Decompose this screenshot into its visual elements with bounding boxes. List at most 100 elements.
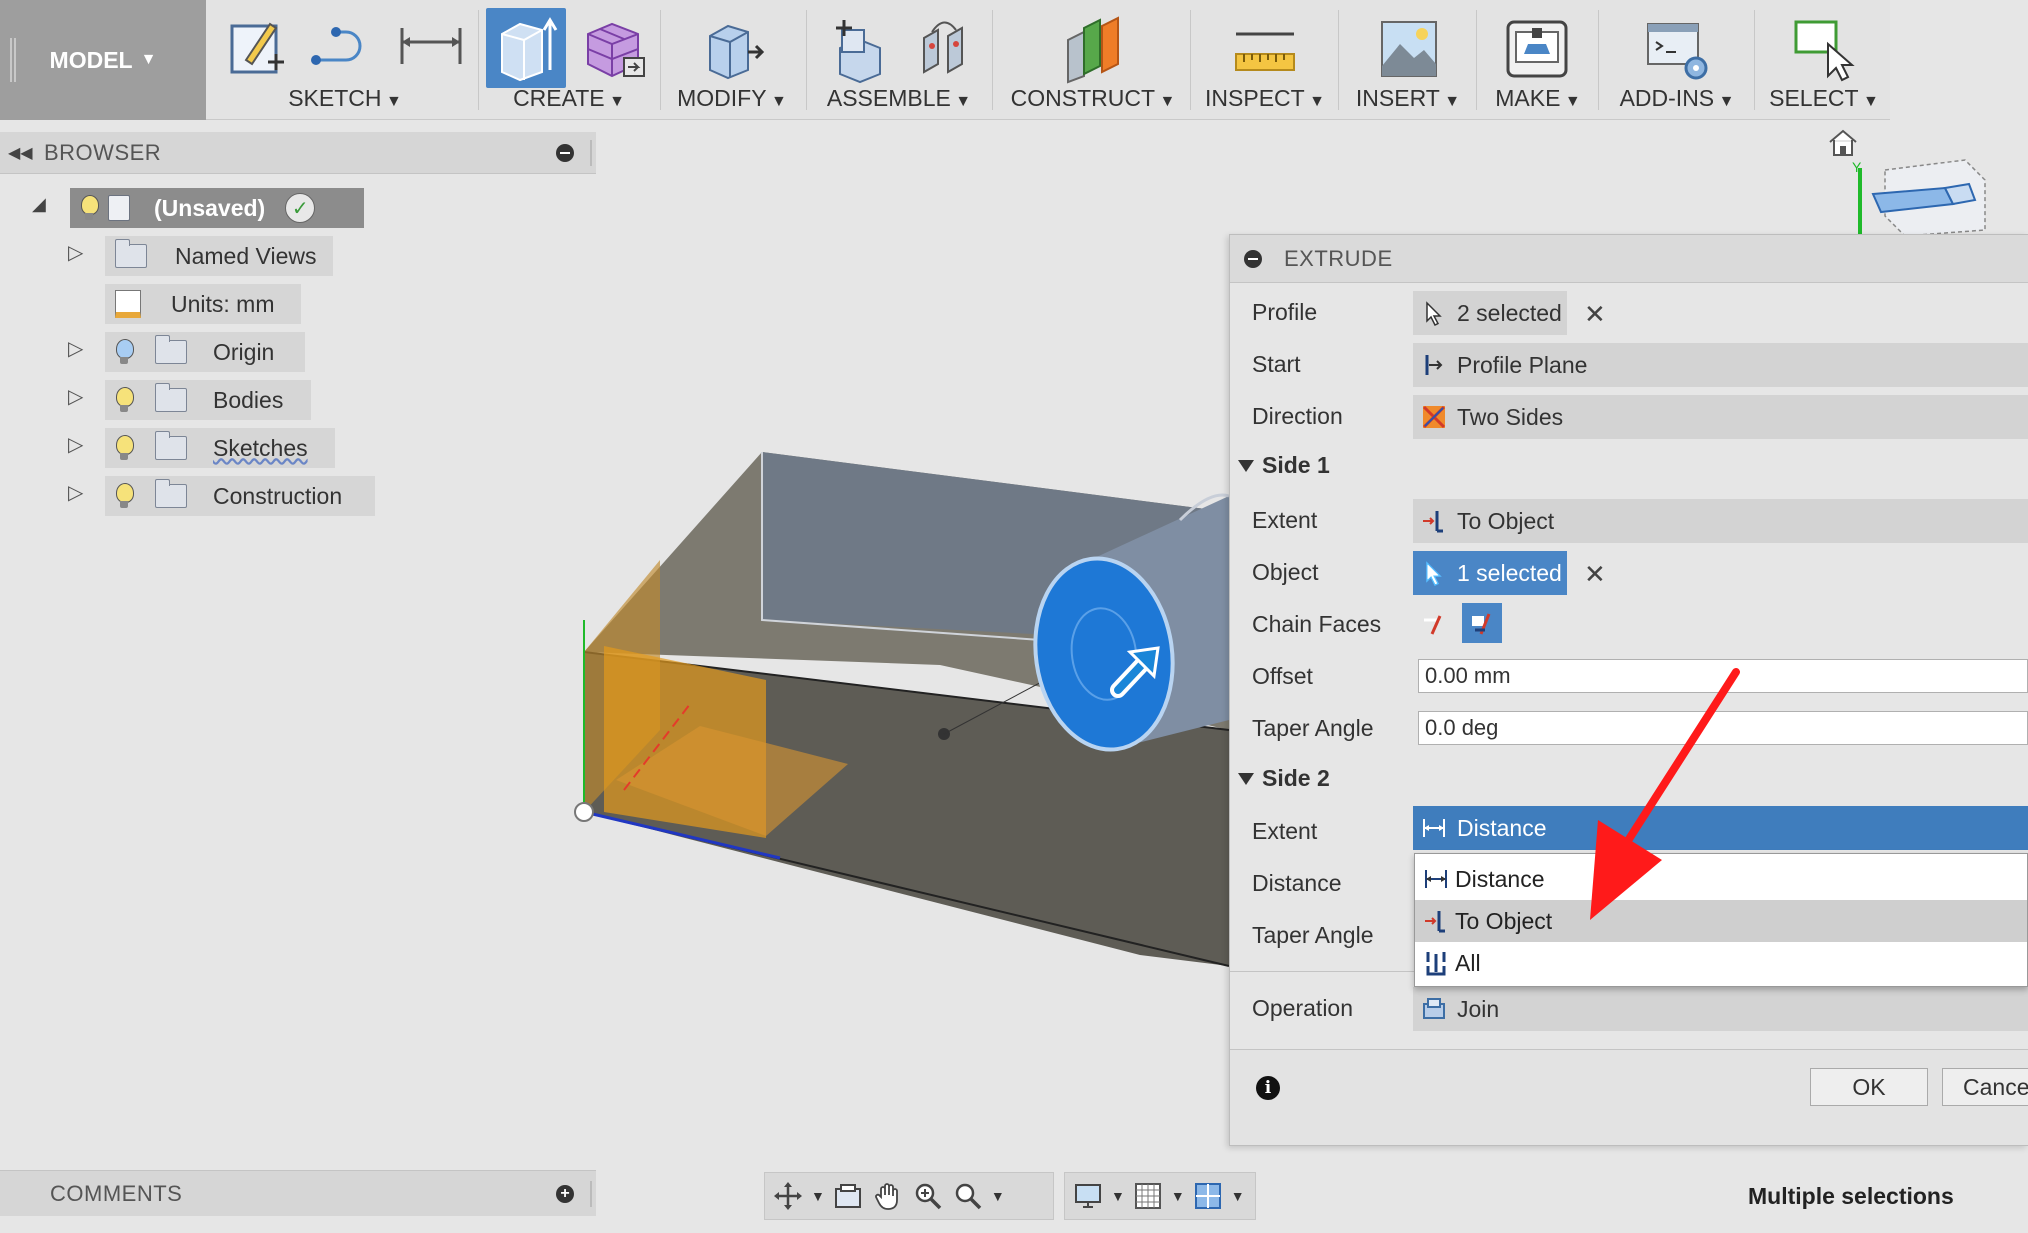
tree-item-units[interactable]: Units: mm <box>105 284 301 324</box>
expand-arrow-icon[interactable]: ▷ <box>68 240 83 265</box>
panel-resize-handle[interactable] <box>590 1181 592 1207</box>
operation-dropdown[interactable]: Join <box>1413 987 2028 1031</box>
toolbar-grip[interactable] <box>10 38 16 82</box>
tree-item-named-views[interactable]: Named Views <box>105 236 333 276</box>
chain-on-icon <box>1472 613 1491 635</box>
clear-object-icon[interactable]: ✕ <box>1584 559 1606 590</box>
select-menu-label[interactable]: SELECT <box>1756 85 1892 112</box>
press-pull-icon[interactable] <box>698 14 768 84</box>
grid-settings-icon[interactable] <box>1131 1179 1165 1213</box>
make-menu-label[interactable]: MAKE <box>1478 85 1598 112</box>
direction-dropdown[interactable]: Two Sides <box>1413 395 2028 439</box>
tree-root-item[interactable]: (Unsaved) ✓ <box>70 188 364 228</box>
dimension-tool-icon[interactable] <box>396 14 466 84</box>
extrude-button[interactable] <box>486 8 566 88</box>
expand-arrow-icon[interactable]: ▷ <box>68 432 83 457</box>
joint-icon[interactable] <box>910 14 980 84</box>
expand-arrow-icon[interactable]: ▷ <box>68 384 83 409</box>
orbit-icon[interactable] <box>771 1179 805 1213</box>
workspace-switcher[interactable]: MODEL ▼ <box>0 0 206 120</box>
side1-section-toggle[interactable]: Side 1 <box>1238 452 1330 479</box>
scripts-icon[interactable] <box>1642 14 1712 84</box>
construct-group[interactable]: CONSTRUCT <box>996 0 1190 120</box>
viewports-icon[interactable] <box>1191 1179 1225 1213</box>
assemble-menu-label[interactable]: ASSEMBLE <box>810 85 988 112</box>
create-sketch-icon[interactable] <box>222 14 292 84</box>
assemble-group[interactable]: ASSEMBLE <box>810 0 988 120</box>
view-cube[interactable] <box>1845 150 2005 240</box>
insert-image-icon[interactable] <box>1374 14 1444 84</box>
construct-menu-label[interactable]: CONSTRUCT <box>996 85 1190 112</box>
inspect-menu-label[interactable]: INSPECT <box>1194 85 1336 112</box>
side1-object-row: Object 1 selected ✕ <box>1230 547 2028 595</box>
expand-arrow-icon[interactable]: ▷ <box>68 336 83 361</box>
cancel-button[interactable]: Cance <box>1942 1068 2028 1106</box>
panel-resize-handle[interactable] <box>590 140 592 166</box>
expand-arrow-icon[interactable]: ▷ <box>68 480 83 505</box>
side1-object-selector[interactable]: 1 selected <box>1413 551 1567 595</box>
measure-icon[interactable] <box>1230 14 1300 84</box>
operation-value: Join <box>1457 995 1500 1022</box>
insert-group[interactable]: INSERT <box>1340 0 1476 120</box>
tree-item-origin[interactable]: Origin <box>105 332 305 372</box>
clear-profile-icon[interactable]: ✕ <box>1584 299 1606 330</box>
chain-faces-off-button[interactable] <box>1413 603 1453 643</box>
modify-group[interactable]: MODIFY <box>662 0 802 120</box>
chain-faces-on-button[interactable] <box>1462 603 1502 643</box>
side1-extent-dropdown[interactable]: To Object <box>1413 499 2028 543</box>
collapse-dialog-icon[interactable] <box>1244 249 1262 268</box>
visibility-bulb-icon[interactable] <box>80 195 99 221</box>
offset-plane-icon[interactable] <box>1058 14 1128 84</box>
inspect-group[interactable]: INSPECT <box>1194 0 1336 120</box>
profile-value: 2 selected <box>1457 299 1562 326</box>
chevron-down-icon[interactable]: ▼ <box>991 1188 1005 1204</box>
tree-item-bodies[interactable]: Bodies <box>105 380 311 420</box>
side2-section-toggle[interactable]: Side 2 <box>1238 765 1330 792</box>
chevron-down-icon[interactable]: ▼ <box>1171 1188 1185 1204</box>
minimize-browser-icon[interactable] <box>556 144 574 162</box>
select-group[interactable]: SELECT <box>1756 0 1892 120</box>
visibility-bulb-icon[interactable] <box>115 483 134 509</box>
checkmark-icon[interactable]: ✓ <box>285 193 316 223</box>
zoom-icon[interactable] <box>911 1179 945 1213</box>
visibility-bulb-icon[interactable] <box>115 339 134 365</box>
extent-option-all[interactable]: All <box>1415 942 2027 984</box>
modify-menu-label[interactable]: MODIFY <box>662 85 802 112</box>
profile-plane-icon <box>1425 355 1443 375</box>
document-icon <box>108 195 130 221</box>
to-object-icon <box>1425 911 1445 933</box>
pan-hand-icon[interactable] <box>871 1179 905 1213</box>
collapse-arrow-icon[interactable]: ◢ <box>32 194 46 215</box>
info-icon[interactable]: i <box>1256 1076 1280 1100</box>
display-settings-icon[interactable] <box>1071 1179 1105 1213</box>
start-dropdown[interactable]: Profile Plane <box>1413 343 2028 387</box>
create-group[interactable]: CREATE <box>484 0 654 120</box>
new-component-icon[interactable] <box>826 14 896 84</box>
collapse-panel-icon[interactable]: ◀◀ <box>8 143 44 163</box>
sketch-menu-label[interactable]: SKETCH <box>210 85 480 112</box>
zoom-window-icon[interactable] <box>951 1179 985 1213</box>
expand-comments-icon[interactable]: + <box>556 1185 574 1203</box>
profile-selector[interactable]: 2 selected <box>1413 291 1567 335</box>
make-group[interactable]: MAKE <box>1478 0 1598 120</box>
line-tool-icon[interactable] <box>306 14 376 84</box>
chevron-down-icon[interactable]: ▼ <box>1231 1188 1245 1204</box>
visibility-bulb-icon[interactable] <box>115 387 134 413</box>
insert-menu-label[interactable]: INSERT <box>1340 85 1476 112</box>
sketch-group[interactable]: SKETCH <box>210 0 480 120</box>
form-tool-icon[interactable] <box>578 14 648 84</box>
chevron-down-icon[interactable]: ▼ <box>1111 1188 1125 1204</box>
extrude-dialog-header[interactable]: EXTRUDE <box>1230 235 2028 283</box>
ok-button[interactable]: OK <box>1810 1068 1928 1106</box>
tree-item-construction[interactable]: Construction <box>105 476 375 516</box>
look-at-icon[interactable] <box>831 1179 865 1213</box>
select-cursor-icon[interactable] <box>1790 14 1860 84</box>
visibility-bulb-icon[interactable] <box>115 435 134 461</box>
chevron-down-icon[interactable]: ▼ <box>811 1188 825 1204</box>
add-ins-group[interactable]: ADD-INS <box>1600 0 1754 120</box>
start-row: Start Profile Plane <box>1230 339 2028 387</box>
create-menu-label[interactable]: CREATE <box>484 85 654 112</box>
3d-print-icon[interactable] <box>1502 14 1572 84</box>
tree-item-sketches[interactable]: Sketches <box>105 428 335 468</box>
add-ins-menu-label[interactable]: ADD-INS <box>1600 85 1754 112</box>
